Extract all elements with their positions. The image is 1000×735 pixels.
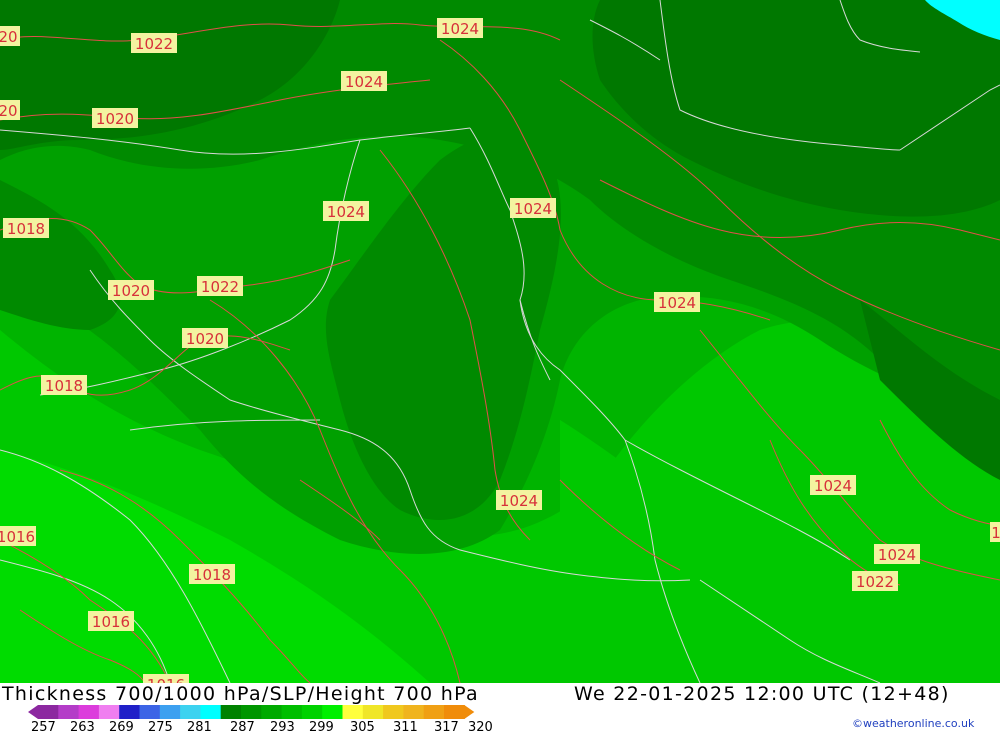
weather-map: 1024 1022 1024 1020 1020 1018 1024 1024 … (0, 0, 1000, 683)
svg-text:1024: 1024 (514, 200, 552, 218)
isobar-label: 20 (0, 100, 20, 120)
isobar-label: 1024 (874, 544, 920, 564)
isobar-label: 1016 (0, 526, 36, 546)
isobar-label: 1022 (131, 33, 177, 53)
svg-text:1020: 1020 (186, 330, 224, 348)
legend-swatch (261, 705, 282, 719)
svg-text:1020: 1020 (112, 282, 150, 300)
svg-text:1018: 1018 (7, 220, 45, 238)
map-footer: Thickness 700/1000 hPa/SLP/Height 700 hP… (0, 683, 1000, 733)
legend-swatch (180, 705, 201, 719)
isobar-label: 1016 (88, 611, 134, 631)
legend-swatch (119, 705, 140, 719)
legend-swatch (99, 705, 120, 719)
map-title: Thickness 700/1000 hPa/SLP/Height 700 hP… (2, 683, 479, 705)
map-canvas: 1024 1022 1024 1020 1020 1018 1024 1024 … (0, 0, 1000, 683)
legend-swatch (282, 705, 303, 719)
svg-text:1016: 1016 (0, 528, 35, 546)
legend-swatch (383, 705, 404, 719)
legend-arrow-right (464, 705, 474, 719)
svg-text:1020: 1020 (96, 110, 134, 128)
svg-text:1022: 1022 (135, 35, 173, 53)
svg-text:1024: 1024 (327, 203, 365, 221)
isobar-label: 1024 (510, 198, 556, 218)
color-scale-legend (28, 705, 478, 719)
isobar-label: 1018 (41, 375, 87, 395)
svg-text:1024: 1024 (658, 294, 696, 312)
svg-text:20: 20 (0, 28, 18, 46)
isobar-label: 1022 (197, 276, 243, 296)
svg-text:1024: 1024 (814, 477, 852, 495)
isobar-label: 1020 (108, 280, 154, 300)
credit-link[interactable]: ©weatheronline.co.uk (852, 717, 974, 730)
legend-swatch (221, 705, 242, 719)
isobar-label: 20 (0, 26, 20, 46)
valid-datetime: We 22-01-2025 12:00 UTC (12+48) (574, 683, 950, 705)
isobar-label: 1024 (341, 71, 387, 91)
svg-text:1018: 1018 (193, 566, 231, 584)
isobar-label: 1024 (323, 201, 369, 221)
isobar-label: 1020 (182, 328, 228, 348)
legend-swatch (302, 705, 323, 719)
isobar-label: 1024 (496, 490, 542, 510)
svg-text:1024: 1024 (500, 492, 538, 510)
legend-swatch (200, 705, 221, 719)
legend-swatch (424, 705, 445, 719)
legend-swatch (58, 705, 79, 719)
legend-swatch (160, 705, 181, 719)
isobar-label: 1018 (189, 564, 235, 584)
legend-swatch (241, 705, 262, 719)
legend-swatch (79, 705, 100, 719)
svg-text:1: 1 (991, 524, 1000, 542)
isobar-label: 1024 (810, 475, 856, 495)
legend-swatch (343, 705, 364, 719)
isobar-label: 1024 (654, 292, 700, 312)
isobar-label: 1016 (143, 674, 189, 683)
legend-swatch (140, 705, 161, 719)
isobar-label: 1024 (437, 18, 483, 38)
legend-swatch (363, 705, 384, 719)
isobar-label: 1020 (92, 108, 138, 128)
legend-swatch (444, 705, 465, 719)
svg-text:1016: 1016 (147, 676, 185, 683)
svg-text:1022: 1022 (856, 573, 894, 591)
svg-text:1024: 1024 (441, 20, 479, 38)
isobar-label: 1 (990, 522, 1000, 542)
legend-arrow-left (28, 705, 38, 719)
legend-swatch (38, 705, 59, 719)
svg-text:1018: 1018 (45, 377, 83, 395)
svg-text:20: 20 (0, 102, 18, 120)
legend-swatch (403, 705, 424, 719)
svg-text:1016: 1016 (92, 613, 130, 631)
svg-text:1022: 1022 (201, 278, 239, 296)
isobar-label: 1022 (852, 571, 898, 591)
svg-text:1024: 1024 (878, 546, 916, 564)
svg-text:1024: 1024 (345, 73, 383, 91)
legend-swatch (322, 705, 343, 719)
isobar-label: 1018 (3, 218, 49, 238)
